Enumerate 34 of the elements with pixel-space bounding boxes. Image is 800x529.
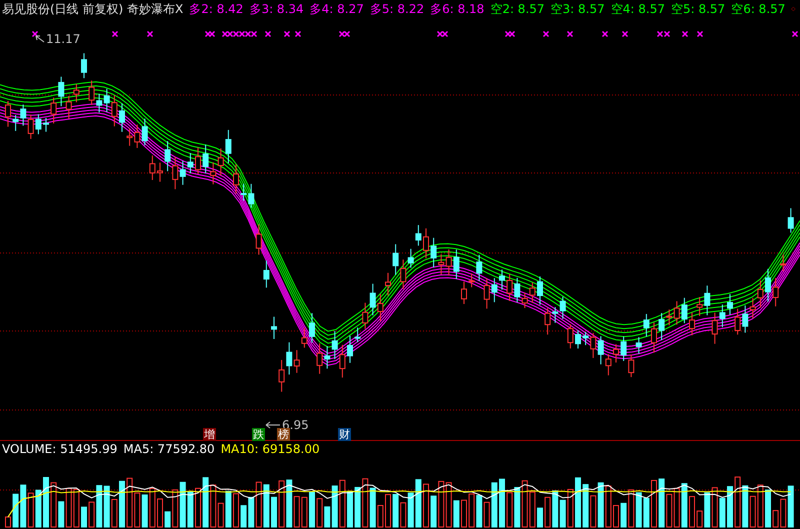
volume-reading: VOLUME: 51495.99 — [2, 442, 118, 456]
cross-mark-icon — [792, 30, 798, 38]
cross-mark-icon — [542, 30, 550, 38]
cross-mark-icon — [602, 30, 608, 38]
indicator-reading: 空6: 8.57 — [731, 0, 786, 18]
cross-mark-icon — [112, 30, 118, 38]
indicator-reading: 多2: 8.42 — [189, 0, 244, 18]
chart-title: 易见股份(日线 前复权) 奇妙瀑布X — [2, 0, 184, 18]
cross-mark-icon — [294, 30, 302, 38]
indicator-reading: 空3: 8.57 — [550, 0, 605, 18]
indicator-reading: 多6: 8.18 — [430, 0, 484, 18]
event-badge[interactable]: 财 — [338, 428, 351, 441]
cross-mark-icon — [622, 30, 628, 38]
cross-mark-icon — [682, 30, 688, 38]
event-badge[interactable]: 增 — [203, 428, 216, 441]
indicator-reading: 多4: 8.27 — [310, 0, 364, 18]
cross-mark-icon — [566, 30, 574, 38]
indicator-reading: 空4: 8.57 — [610, 0, 665, 18]
arrow-icon — [36, 36, 44, 42]
event-badge[interactable]: 跌 — [252, 428, 265, 441]
cross-mark-icon — [264, 30, 272, 38]
cross-mark-icon — [696, 30, 704, 38]
cross-mark-icon — [284, 30, 290, 38]
event-badge[interactable]: 榜 — [277, 428, 290, 441]
volume-reading: MA10: 69158.00 — [220, 442, 320, 456]
indicator-reading: 多5: 8.22 — [370, 0, 424, 18]
cross-mark-icon — [32, 30, 38, 38]
arrow-icon — [266, 422, 280, 428]
indicator-reading: 多3: 8.34 — [249, 0, 304, 18]
high-price-label: 11.17 — [46, 32, 80, 46]
indicator-reading: 空2: 8.57 — [490, 0, 545, 18]
cross-mark-icon — [146, 30, 154, 38]
indicator-reading: 空5: 8.57 — [670, 0, 726, 18]
volume-reading: MA5: 77592.80 — [123, 442, 215, 456]
